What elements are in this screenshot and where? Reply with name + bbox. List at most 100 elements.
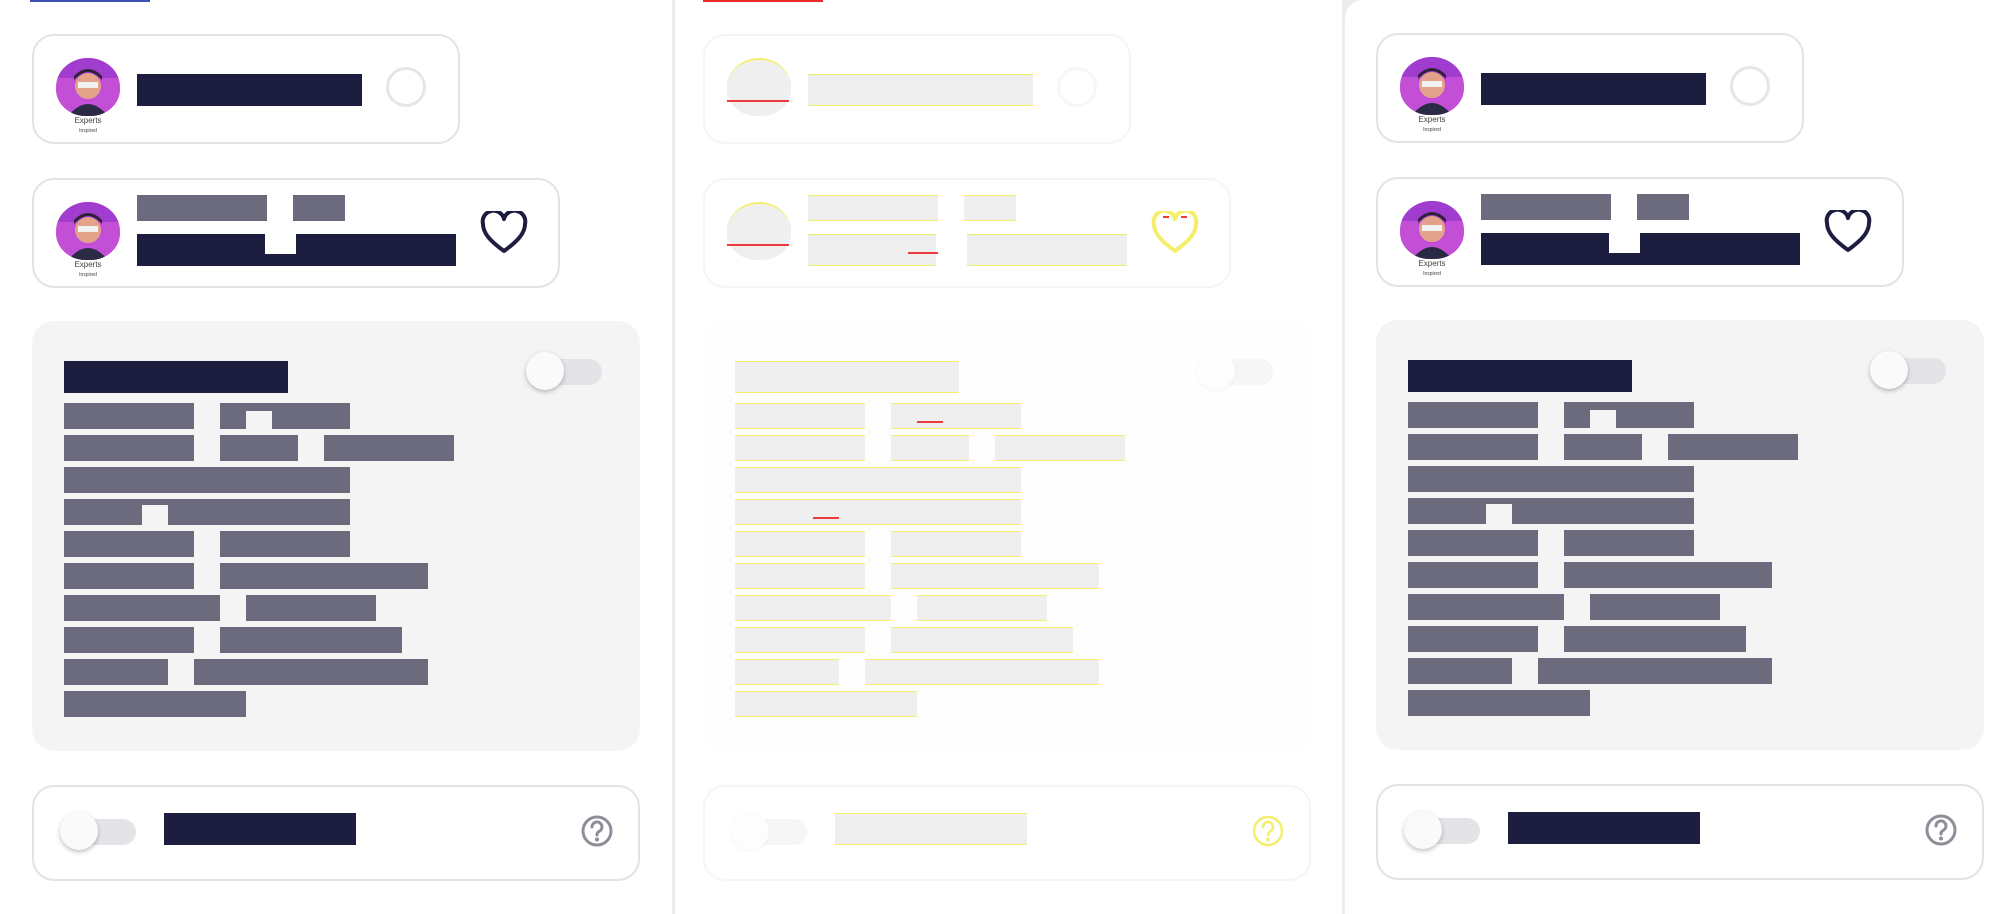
avatar-skeleton <box>727 58 791 130</box>
text-line <box>735 435 865 461</box>
info-toggle[interactable] <box>1197 352 1273 390</box>
text-line <box>194 659 428 685</box>
title-placeholder <box>967 234 1127 266</box>
text-line <box>1486 498 1512 504</box>
text-line <box>272 403 350 429</box>
text-line <box>917 595 1047 621</box>
text-line <box>1564 562 1772 588</box>
avatar-photo <box>1400 57 1464 115</box>
select-radio[interactable] <box>1057 67 1097 107</box>
text-line <box>168 499 350 525</box>
text-line <box>1512 498 1694 524</box>
variant-middle-panel <box>675 0 1342 914</box>
text-line <box>142 499 168 505</box>
text-line <box>1408 562 1538 588</box>
heart-icon[interactable] <box>1824 207 1872 259</box>
text-line <box>1564 434 1642 460</box>
meta-placeholder <box>293 195 345 221</box>
text-line <box>64 403 194 429</box>
heart-icon[interactable] <box>480 208 528 260</box>
text-line <box>220 435 298 461</box>
meta-placeholder <box>1481 194 1611 220</box>
text-line <box>1564 530 1694 556</box>
text-line <box>1408 658 1512 684</box>
profile-favorite-card[interactable]: Experts Inspired <box>1376 177 1904 287</box>
heading-placeholder <box>64 361 288 393</box>
profile-select-card[interactable]: Experts Inspired <box>32 34 460 144</box>
select-radio[interactable] <box>1730 66 1770 106</box>
info-toggle[interactable] <box>526 352 602 390</box>
info-toggle[interactable] <box>1870 351 1946 389</box>
text-line <box>735 627 865 653</box>
text-line <box>1408 690 1590 716</box>
text-line <box>735 467 1021 493</box>
profile-select-card[interactable]: Experts Inspired <box>1376 33 1804 143</box>
question-circle-icon[interactable] <box>580 814 614 853</box>
text-line <box>735 595 891 621</box>
setting-toggle-card <box>32 785 640 881</box>
text-line <box>246 403 272 411</box>
text-line <box>735 403 865 429</box>
heart-icon[interactable] <box>1151 208 1199 260</box>
setting-toggle-card <box>1376 784 1984 880</box>
heading-placeholder <box>1408 360 1632 392</box>
title-placeholder <box>808 234 936 266</box>
variant-left-panel: Experts Inspired Experts Inspired <box>0 0 672 914</box>
text-line <box>995 435 1125 461</box>
title-placeholder <box>265 254 298 266</box>
accent-bar <box>703 0 823 2</box>
text-line <box>64 435 194 461</box>
text-line <box>891 531 1021 557</box>
name-placeholder <box>808 74 1033 106</box>
avatar: Experts Inspired <box>56 58 120 134</box>
text-line <box>891 403 1021 429</box>
text-line <box>1590 402 1616 410</box>
text-line <box>1408 498 1486 524</box>
text-line <box>220 627 402 653</box>
text-line <box>64 595 220 621</box>
avatar-photo <box>727 58 791 116</box>
name-placeholder <box>137 74 362 106</box>
question-circle-icon[interactable] <box>1924 813 1958 852</box>
text-line <box>1408 402 1538 428</box>
profile-select-card[interactable] <box>703 34 1131 144</box>
title-placeholder <box>1481 233 1609 265</box>
text-line <box>220 563 428 589</box>
text-line <box>1408 594 1564 620</box>
text-line <box>246 595 376 621</box>
avatar-logo-label: Experts Inspired <box>1418 115 1446 133</box>
setting-toggle[interactable] <box>60 812 136 850</box>
text-line <box>220 531 350 557</box>
meta-placeholder <box>808 195 938 221</box>
select-radio[interactable] <box>386 67 426 107</box>
profile-favorite-card[interactable]: Experts Inspired <box>32 178 560 288</box>
avatar: Experts Inspired <box>1400 201 1464 277</box>
text-line <box>64 467 350 493</box>
text-line <box>1564 402 1590 428</box>
meta-placeholder <box>1637 194 1689 220</box>
setting-label-placeholder <box>835 813 1027 845</box>
text-line <box>324 435 454 461</box>
text-line <box>891 627 1073 653</box>
text-line <box>64 691 246 717</box>
question-circle-icon[interactable] <box>1251 814 1285 853</box>
text-line <box>1564 626 1746 652</box>
text-line <box>220 403 246 429</box>
accent-bar <box>30 0 150 2</box>
avatar-skeleton <box>727 202 791 274</box>
text-line <box>1408 530 1538 556</box>
text-line <box>735 659 839 685</box>
setting-toggle[interactable] <box>731 812 807 850</box>
meta-placeholder <box>137 195 267 221</box>
info-card <box>703 321 1311 751</box>
variant-right-panel: Experts Inspired Experts Inspired <box>1345 0 2016 914</box>
setting-label-placeholder <box>1508 812 1700 844</box>
title-placeholder <box>1609 253 1642 265</box>
text-line <box>64 659 168 685</box>
setting-toggle[interactable] <box>1404 811 1480 849</box>
heading-placeholder <box>735 361 959 393</box>
avatar-logo-label: Experts Inspired <box>74 260 102 278</box>
profile-favorite-card[interactable] <box>703 178 1231 288</box>
avatar: Experts Inspired <box>56 202 120 278</box>
avatar-photo <box>56 202 120 260</box>
